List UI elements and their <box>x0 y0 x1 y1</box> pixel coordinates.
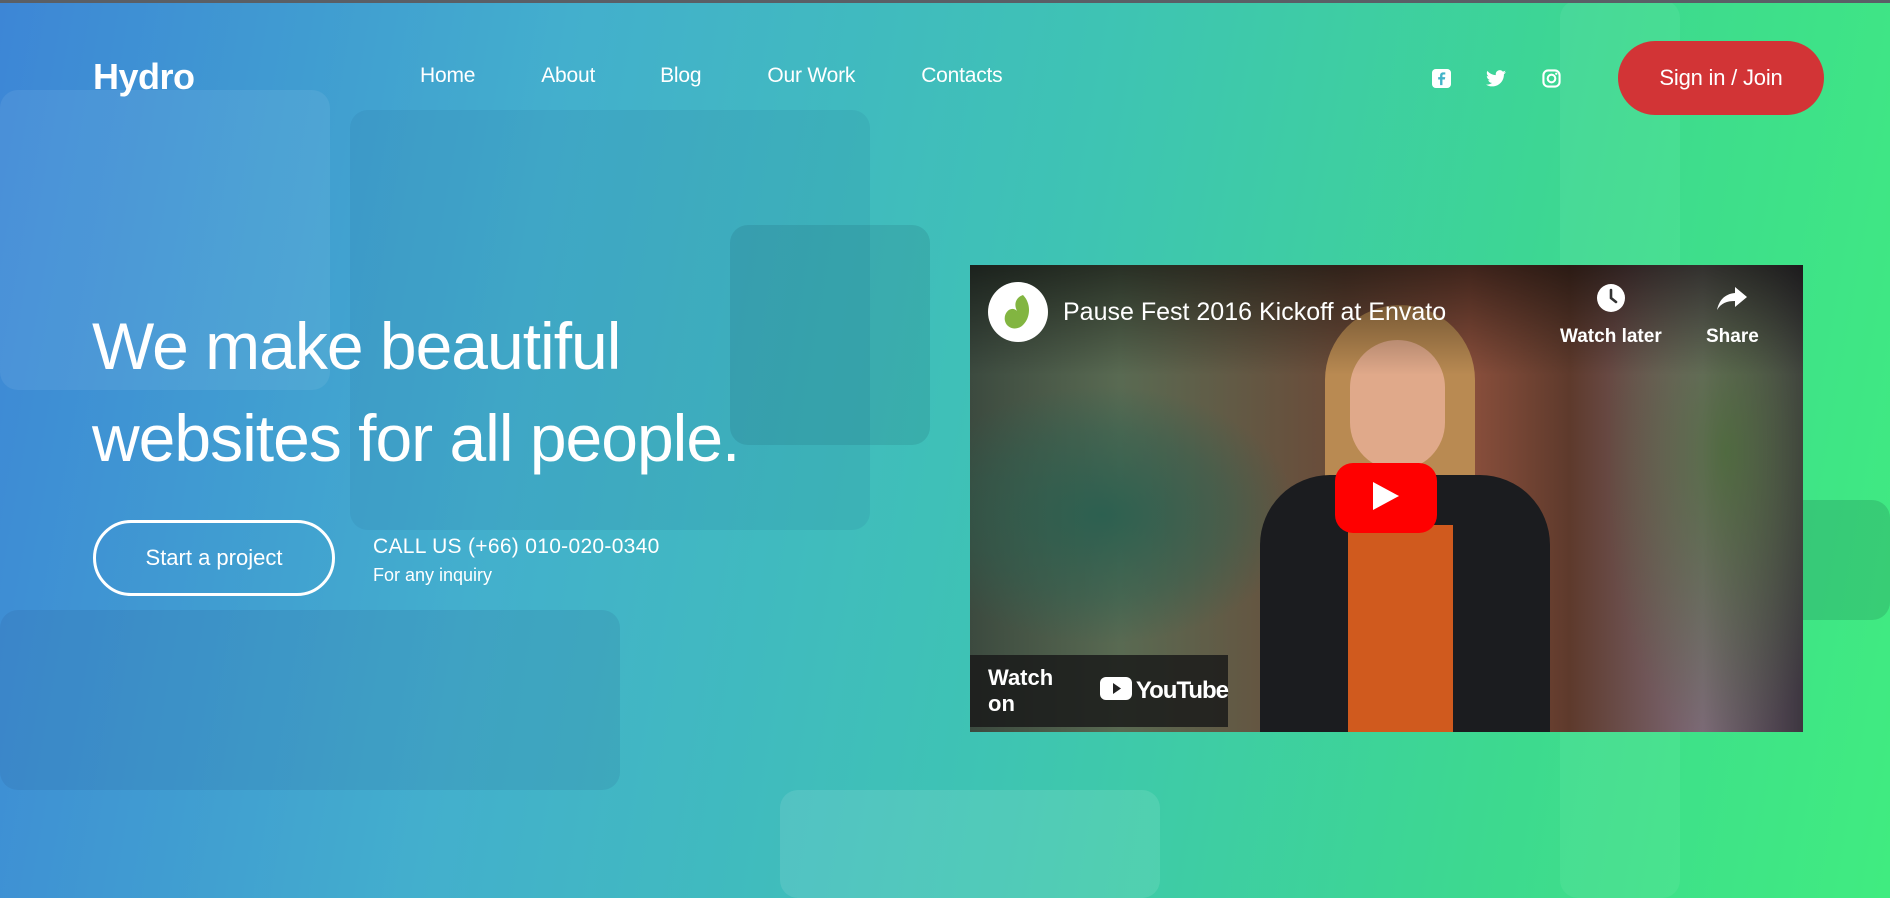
channel-avatar[interactable] <box>988 282 1048 342</box>
nav-item-about[interactable]: About <box>541 64 595 88</box>
start-project-button[interactable]: Start a project <box>93 520 335 596</box>
share-icon <box>1716 283 1748 318</box>
social-links <box>1430 67 1595 89</box>
nav-item-our-work[interactable]: Our Work <box>767 64 855 88</box>
nav-item-home[interactable]: Home <box>420 64 475 88</box>
brand-logo[interactable]: Hydro <box>93 56 195 98</box>
signin-button[interactable]: Sign in / Join <box>1618 41 1824 115</box>
hero-title-line-2: websites for all people. <box>92 401 740 475</box>
top-border <box>0 0 1890 3</box>
youtube-wordmark: YouTube <box>1135 677 1229 704</box>
youtube-video-embed[interactable]: Pause Fest 2016 Kickoff at Envato Watch … <box>970 265 1803 732</box>
facebook-icon[interactable] <box>1430 67 1452 89</box>
share-label: Share <box>1706 326 1759 347</box>
watch-later-label: Watch later <box>1560 326 1662 347</box>
play-icon <box>1371 480 1401 517</box>
main-nav: Home About Blog Our Work Contacts <box>420 64 1068 88</box>
twitter-icon[interactable] <box>1485 67 1507 89</box>
nav-item-blog[interactable]: Blog <box>660 64 701 88</box>
youtube-logo-icon <box>1099 677 1132 705</box>
watch-on-label: Watch on <box>988 665 1054 716</box>
watch-on-youtube-button[interactable]: Watch on YouTube <box>970 655 1229 727</box>
share-button[interactable]: Share <box>1706 283 1759 348</box>
video-title[interactable]: Pause Fest 2016 Kickoff at Envato <box>1063 298 1446 327</box>
hero-title: We make beautiful websites for all peopl… <box>92 300 740 484</box>
watch-later-button[interactable]: Watch later <box>1560 283 1662 348</box>
instagram-icon[interactable] <box>1540 67 1562 89</box>
clock-icon <box>1596 283 1626 318</box>
hero-title-line-1: We make beautiful <box>92 309 621 383</box>
nav-item-contacts[interactable]: Contacts <box>921 64 1002 88</box>
call-us-subtitle: For any inquiry <box>373 565 493 585</box>
call-us-text: CALL US (+66) 010-020-0340 <box>373 535 660 558</box>
play-button[interactable] <box>1335 463 1437 533</box>
